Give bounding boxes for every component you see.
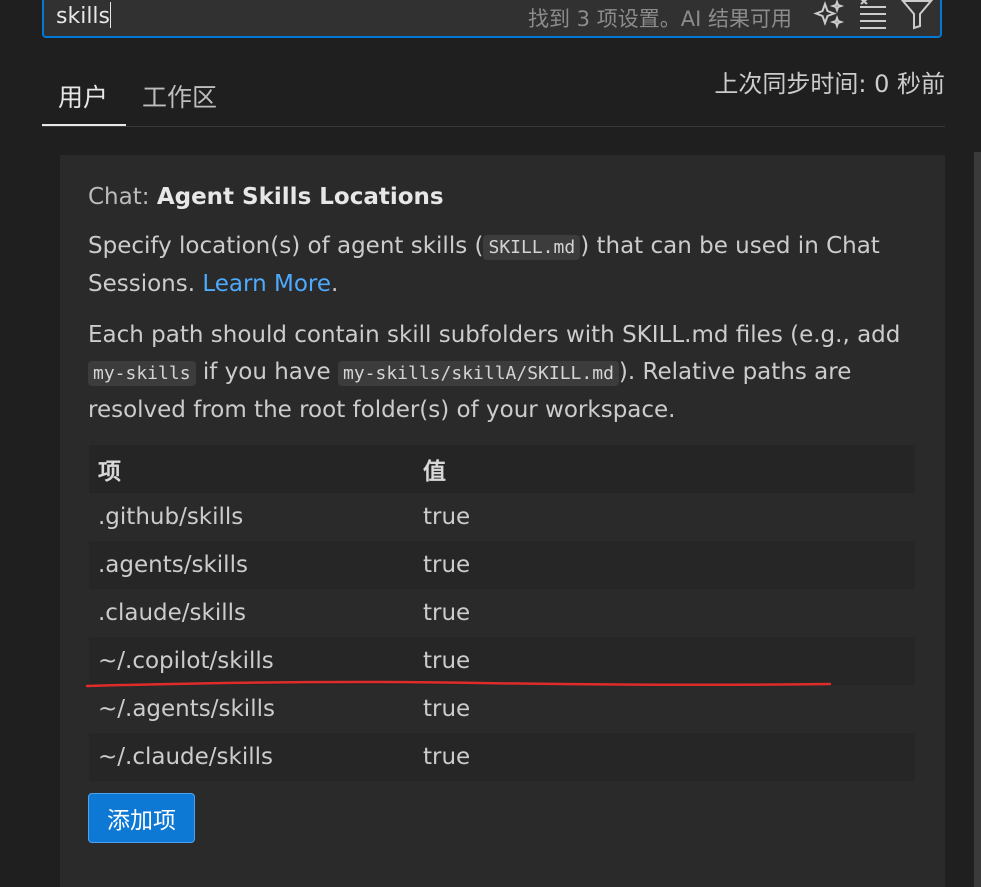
tab-workspace[interactable]: 工作区 xyxy=(142,78,217,114)
inline-code: my-skills/skillA/SKILL.md xyxy=(337,361,619,386)
table-row[interactable]: .agents/skills true xyxy=(89,541,915,589)
setting-description: Specify location(s) of agent skills (SKI… xyxy=(88,228,908,303)
search-box[interactable]: skills 找到 3 项设置。AI 结果可用 xyxy=(42,0,942,38)
text-caret xyxy=(110,2,112,28)
row-value: true xyxy=(423,648,471,674)
sparkle-icon[interactable] xyxy=(812,0,846,30)
table-row[interactable]: .claude/skills true xyxy=(89,589,915,637)
search-input-value: skills xyxy=(56,4,111,29)
desc-text: if you have xyxy=(195,359,338,385)
setting-title: Chat: Agent Skills Locations xyxy=(88,184,444,210)
vertical-scrollbar[interactable] xyxy=(974,152,981,887)
row-key: ~/.copilot/skills xyxy=(98,648,274,674)
row-value: true xyxy=(423,744,471,770)
desc-text: Each path should contain skill subfolder… xyxy=(88,322,901,348)
row-value: true xyxy=(423,504,471,530)
header-key: 项 xyxy=(98,459,121,485)
inline-code: my-skills xyxy=(88,361,196,386)
search-input[interactable]: skills xyxy=(56,2,112,29)
add-item-button[interactable]: 添加项 xyxy=(88,793,195,843)
row-key: .claude/skills xyxy=(98,600,246,626)
row-key: ~/.claude/skills xyxy=(98,744,273,770)
setting-item: Chat: Agent Skills Locations Specify loc… xyxy=(60,155,945,887)
row-value: true xyxy=(423,600,471,626)
filter-icon[interactable] xyxy=(900,0,934,30)
search-actions xyxy=(812,0,934,30)
tab-user[interactable]: 用户 xyxy=(58,78,108,114)
row-value: true xyxy=(423,696,471,722)
sync-status: 上次同步时间: 0 秒前 xyxy=(714,70,945,98)
desc-text: . xyxy=(331,271,339,297)
tabs-divider xyxy=(42,126,945,127)
key-value-table: 项 值 .github/skills true .agents/skills t… xyxy=(89,445,915,781)
header-value: 值 xyxy=(423,459,446,485)
inline-code: SKILL.md xyxy=(483,235,581,260)
row-key: .github/skills xyxy=(98,504,244,530)
row-key: .agents/skills xyxy=(98,552,248,578)
setting-description-details: Each path should contain skill subfolder… xyxy=(88,317,908,429)
table-row[interactable]: ~/.copilot/skills true xyxy=(89,637,915,685)
row-value: true xyxy=(423,552,471,578)
clear-filter-icon[interactable] xyxy=(856,0,890,30)
table-row[interactable]: ~/.agents/skills true xyxy=(89,685,915,733)
search-result-count: 找到 3 项设置。AI 结果可用 xyxy=(528,7,792,31)
setting-category: Chat: xyxy=(88,184,157,210)
row-key: ~/.agents/skills xyxy=(98,696,275,722)
table-row[interactable]: .github/skills true xyxy=(89,493,915,541)
settings-editor: skills 找到 3 项设置。AI 结果可用 用户 工作区 上次同步时间: 0… xyxy=(0,0,981,887)
desc-text: Specify location(s) of agent skills ( xyxy=(88,233,484,259)
table-row[interactable]: ~/.claude/skills true xyxy=(89,733,915,781)
setting-name: Agent Skills Locations xyxy=(156,184,444,210)
table-header: 项 值 xyxy=(89,445,915,493)
learn-more-link[interactable]: Learn More xyxy=(202,271,331,297)
